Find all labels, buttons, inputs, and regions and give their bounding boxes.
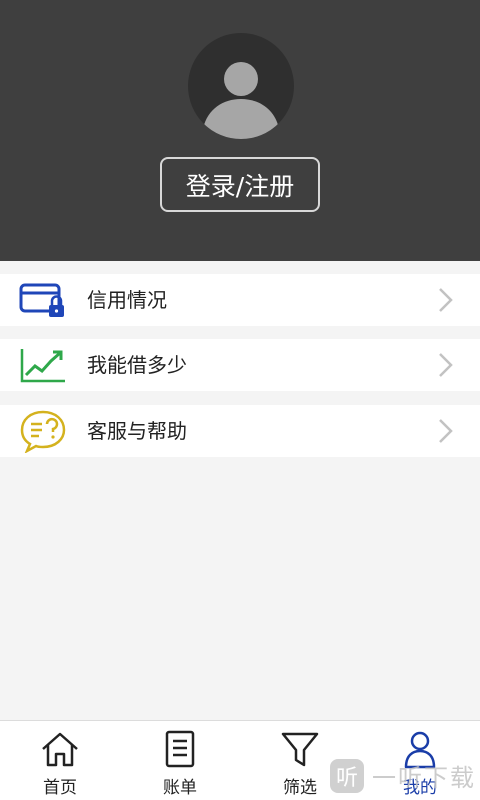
tab-label: 首页 xyxy=(43,778,77,798)
chevron-right-icon xyxy=(436,286,456,314)
tab-home[interactable]: 首页 xyxy=(0,721,120,800)
watermark-badge: 听 xyxy=(330,758,364,793)
menu-item-help[interactable]: 客服与帮助 xyxy=(0,405,480,457)
menu-item-label: 信用情况 xyxy=(87,288,167,312)
avatar[interactable] xyxy=(188,33,294,139)
trend-chart-icon xyxy=(18,343,68,387)
credit-card-lock-icon xyxy=(18,278,68,322)
menu-item-credit[interactable]: 信用情况 xyxy=(0,274,480,326)
profile-header: 登录/注册 xyxy=(0,0,480,261)
chat-question-icon xyxy=(18,409,68,453)
home-icon xyxy=(40,729,80,769)
login-register-button[interactable]: 登录/注册 xyxy=(160,157,320,212)
tab-bill[interactable]: 账单 xyxy=(120,721,240,800)
tab-label: 账单 xyxy=(163,778,197,798)
menu-item-label: 我能借多少 xyxy=(87,353,187,377)
chevron-right-icon xyxy=(436,351,456,379)
menu-item-borrow-limit[interactable]: 我能借多少 xyxy=(0,339,480,391)
default-avatar-icon xyxy=(202,62,280,139)
document-icon xyxy=(160,729,200,769)
menu-item-label: 客服与帮助 xyxy=(87,419,187,443)
chevron-right-icon xyxy=(436,417,456,445)
watermark: 听 一听下载 xyxy=(330,758,476,793)
filter-icon xyxy=(280,729,320,769)
watermark-text: 一听下载 xyxy=(372,764,476,792)
